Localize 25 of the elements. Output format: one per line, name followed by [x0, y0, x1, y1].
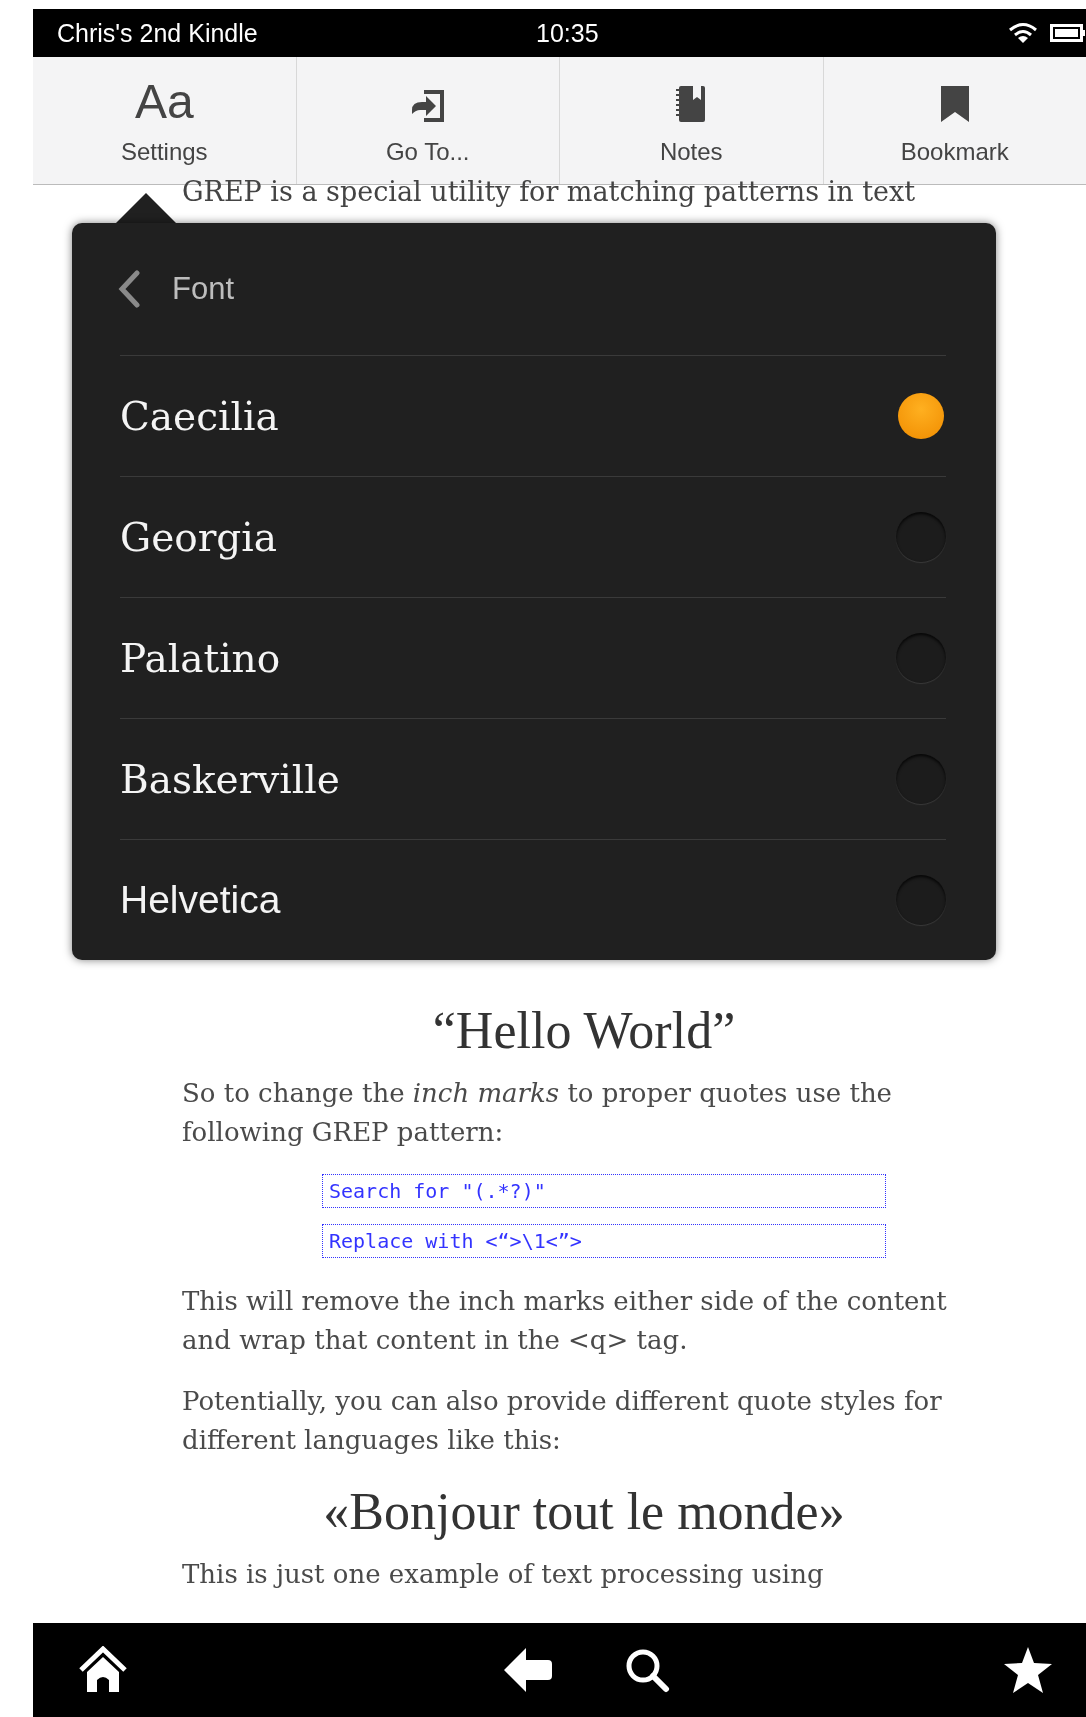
- back-chevron-icon[interactable]: [116, 270, 142, 308]
- bookmark-icon: [938, 84, 971, 124]
- chapter-heading: «Bonjour tout le monde»: [322, 1482, 846, 1541]
- battery-icon: [1050, 23, 1086, 43]
- paragraph: So to change the inch marks to proper quotes use the following GREP pattern:: [182, 1077, 893, 1149]
- home-icon[interactable]: [77, 1646, 129, 1694]
- radio-button[interactable]: [898, 393, 944, 439]
- font-option[interactable]: Georgia: [120, 476, 946, 597]
- paragraph: This is just one example of text processing using: [182, 1558, 825, 1591]
- chapter-heading: “Hello World”: [431, 1001, 737, 1060]
- radio-button[interactable]: [896, 875, 946, 925]
- font-option[interactable]: Baskerville: [120, 718, 946, 839]
- paragraph: This will remove the inch marks either side of the content and wrap that content in the <q> tag.: [182, 1285, 948, 1357]
- wifi-icon: [1008, 22, 1038, 44]
- device-name: Chris's 2nd Kindle: [57, 18, 258, 48]
- radio-button[interactable]: [896, 512, 946, 562]
- radio-button[interactable]: [896, 633, 946, 683]
- radio-button[interactable]: [896, 754, 946, 804]
- font-option[interactable]: Helvetica: [120, 839, 946, 960]
- paragraph: Potentially, you can also provide different quote styles for different languages like this:: [182, 1385, 943, 1457]
- menu-title: Font: [172, 271, 235, 307]
- star-icon[interactable]: [1002, 1645, 1054, 1695]
- clock-time: 10:35: [536, 18, 599, 48]
- font-option[interactable]: Palatino: [120, 597, 946, 718]
- font-option[interactable]: Caecilia: [120, 355, 946, 476]
